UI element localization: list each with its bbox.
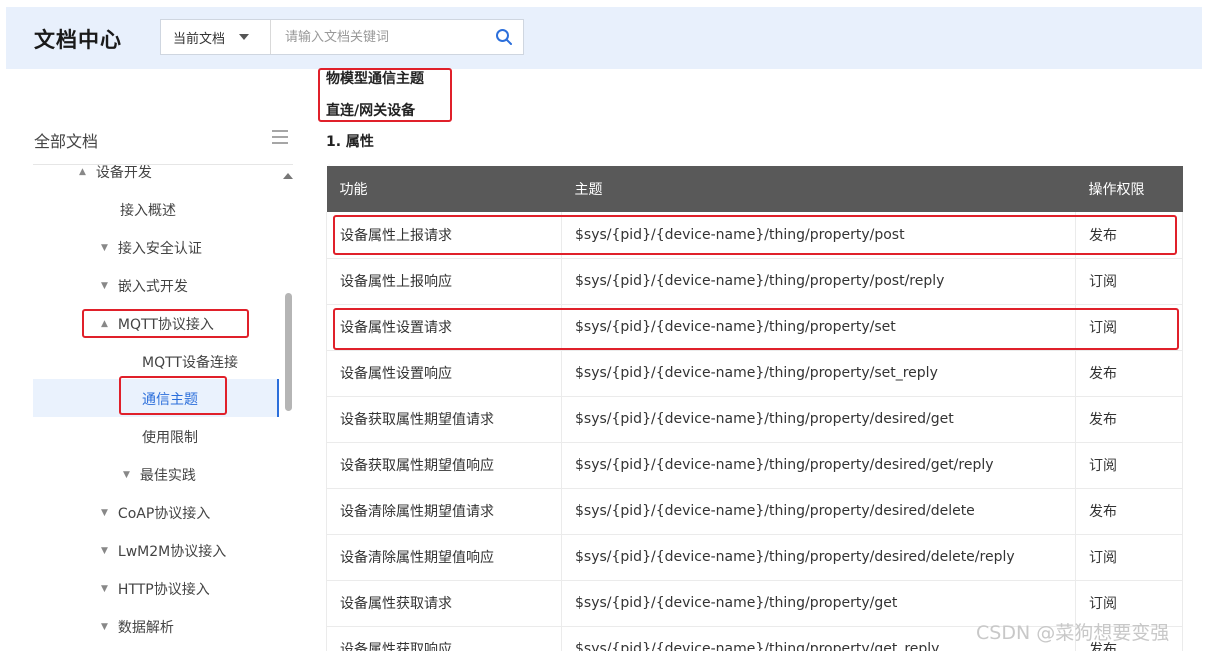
- sidebar-item-label: 设备开发: [95, 165, 152, 181]
- column-header-function: 功能: [326, 166, 562, 212]
- cell-function: 设备属性上报请求: [326, 212, 562, 259]
- sidebar-item-best-practice[interactable]: ▼ 最佳实践: [123, 465, 196, 485]
- sidebar-item-label: HTTP协议接入: [117, 582, 210, 598]
- table-header-row: 功能 主题 操作权限: [326, 166, 1183, 212]
- sidebar-item-security-auth[interactable]: ▼ 接入安全认证: [101, 238, 202, 258]
- scope-dropdown[interactable]: 当前文档: [161, 20, 271, 54]
- cell-permission: 订阅: [1075, 442, 1183, 489]
- cell-topic: $sys/{pid}/{device-name}/thing/property/…: [561, 534, 1076, 581]
- sidebar-item-label: CoAP协议接入: [117, 506, 211, 522]
- scope-label: 当前文档: [173, 31, 226, 47]
- cell-permission: 发布: [1075, 212, 1183, 259]
- topics-table: 功能 主题 操作权限 设备属性上报请求 $sys/{pid}/{device-na…: [326, 166, 1183, 651]
- cell-permission: 发布: [1075, 350, 1183, 397]
- expand-icon: ▼: [101, 281, 108, 291]
- cell-function: 设备获取属性期望值请求: [326, 396, 562, 443]
- expand-icon: ▼: [101, 508, 108, 518]
- cell-permission: 订阅: [1075, 258, 1183, 305]
- table-row: 设备获取属性期望值请求 $sys/{pid}/{device-name}/thin…: [326, 396, 1183, 443]
- doc-tree: ▲ 设备开发 接入概述 ▼ 接入安全认证 ▼ 嵌入式开发 ▲ MQTT协议接入 …: [33, 165, 293, 651]
- table-row: 设备属性设置响应 $sys/{pid}/{device-name}/thing/p…: [326, 350, 1183, 397]
- collapse-icon: ▲: [101, 319, 108, 329]
- active-item-indicator: [277, 379, 279, 417]
- sidebar-item-embedded-dev[interactable]: ▼ 嵌入式开发: [101, 276, 188, 296]
- sidebar-item-label: 最佳实践: [139, 468, 196, 484]
- sidebar-item-label: LwM2M协议接入: [117, 544, 227, 560]
- sidebar-item-label: 接入安全认证: [117, 241, 202, 257]
- expand-icon: ▼: [101, 546, 108, 556]
- cell-function: 设备清除属性期望值响应: [326, 534, 562, 581]
- column-header-topic: 主题: [561, 166, 1076, 212]
- cell-function: 设备获取属性期望值响应: [326, 442, 562, 489]
- menu-icon[interactable]: [272, 129, 288, 145]
- table-row: 设备属性设置请求 $sys/{pid}/{device-name}/thing/p…: [326, 304, 1183, 351]
- sidebar-item-lwm2m-access[interactable]: ▼ LwM2M协议接入: [101, 541, 226, 561]
- sidebar-item-usage-limits[interactable]: 使用限制: [142, 427, 198, 447]
- cell-topic: $sys/{pid}/{device-name}/thing/property/…: [561, 304, 1076, 351]
- sidebar-scrollbar[interactable]: [285, 293, 292, 411]
- table-row: 设备清除属性期望值请求 $sys/{pid}/{device-name}/thin…: [326, 488, 1183, 535]
- table-row: 设备获取属性期望值响应 $sys/{pid}/{device-name}/thin…: [326, 442, 1183, 489]
- cell-topic: $sys/{pid}/{device-name}/thing/property/…: [561, 212, 1076, 259]
- column-header-permission: 操作权限: [1075, 166, 1183, 212]
- table-row: 设备清除属性期望值响应 $sys/{pid}/{device-name}/thin…: [326, 534, 1183, 581]
- sidebar-item-label: 接入概述: [120, 203, 176, 219]
- cell-function: 设备属性获取响应: [326, 626, 562, 651]
- cell-permission: 发布: [1075, 396, 1183, 443]
- cell-topic: $sys/{pid}/{device-name}/thing/property/…: [561, 488, 1076, 535]
- sidebar-item-label: MQTT协议接入: [117, 317, 214, 333]
- sidebar-item-label: 使用限制: [142, 430, 198, 446]
- cell-topic: $sys/{pid}/{device-name}/thing/property/…: [561, 396, 1076, 443]
- sidebar-item-device-dev[interactable]: ▲ 设备开发: [79, 165, 152, 182]
- collapse-icon: ▲: [79, 167, 86, 177]
- expand-icon: ▼: [101, 584, 108, 594]
- table-row: 设备属性上报请求 $sys/{pid}/{device-name}/thing/p…: [326, 212, 1183, 259]
- cell-permission: 订阅: [1075, 534, 1183, 581]
- cell-permission: 订阅: [1075, 304, 1183, 351]
- sidebar: 全部文档 ▲ 设备开发 接入概述 ▼ 接入安全认证 ▼ 嵌入式开发 ▲ MQTT…: [6, 69, 294, 651]
- search-button[interactable]: [485, 20, 523, 54]
- sidebar-item-label: MQTT设备连接: [142, 355, 238, 371]
- sidebar-item-data-parsing[interactable]: ▼ 数据解析: [101, 617, 174, 637]
- page-subheading: 直连/网关设备: [326, 103, 416, 119]
- sidebar-item-coap-access[interactable]: ▼ CoAP协议接入: [101, 503, 210, 523]
- sidebar-title: 全部文档: [34, 132, 99, 151]
- sidebar-item-comm-topics[interactable]: 通信主题: [142, 389, 198, 409]
- sidebar-item-mqtt-connect[interactable]: MQTT设备连接: [142, 352, 238, 372]
- cell-function: 设备属性设置响应: [326, 350, 562, 397]
- brand-title[interactable]: 文档中心: [34, 24, 122, 54]
- search-input[interactable]: [271, 20, 485, 54]
- watermark: CSDN @菜狗想要变强: [976, 622, 1170, 644]
- cell-permission: 发布: [1075, 488, 1183, 535]
- expand-icon: ▼: [101, 243, 108, 253]
- page-heading: 物模型通信主题: [326, 71, 424, 87]
- search-icon: [496, 29, 512, 45]
- cell-function: 设备属性设置请求: [326, 304, 562, 351]
- sidebar-item-label: 通信主题: [142, 392, 198, 408]
- main-content: 物模型通信主题 直连/网关设备 1. 属性 功能 主题 操作权限 设备属性上报请…: [312, 69, 1210, 651]
- sidebar-item-http-access[interactable]: ▼ HTTP协议接入: [101, 579, 210, 599]
- sidebar-item-access-overview[interactable]: 接入概述: [120, 200, 176, 220]
- section-title: 1. 属性: [326, 134, 374, 150]
- sidebar-item-label: 数据解析: [117, 620, 174, 636]
- sidebar-item-mqtt-access[interactable]: ▲ MQTT协议接入: [101, 314, 214, 334]
- sidebar-item-label: 嵌入式开发: [117, 279, 188, 295]
- expand-icon: ▼: [123, 470, 130, 480]
- cell-function: 设备清除属性期望值请求: [326, 488, 562, 535]
- cell-function: 设备属性获取请求: [326, 580, 562, 627]
- expand-icon: ▼: [101, 622, 108, 632]
- table-row: 设备属性上报响应 $sys/{pid}/{device-name}/thing/p…: [326, 258, 1183, 305]
- scroll-up-arrow-icon[interactable]: [283, 173, 293, 179]
- top-header: 文档中心 当前文档: [6, 7, 1202, 69]
- search-bar: 当前文档: [160, 19, 524, 55]
- chevron-down-icon: [239, 34, 250, 40]
- cell-topic: $sys/{pid}/{device-name}/thing/property/…: [561, 350, 1076, 397]
- cell-function: 设备属性上报响应: [326, 258, 562, 305]
- cell-topic: $sys/{pid}/{device-name}/thing/property/…: [561, 442, 1076, 489]
- cell-topic: $sys/{pid}/{device-name}/thing/property/…: [561, 258, 1076, 305]
